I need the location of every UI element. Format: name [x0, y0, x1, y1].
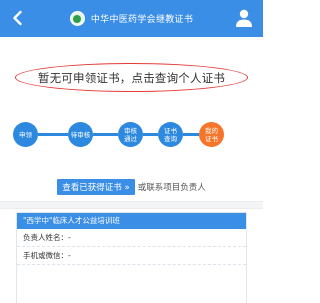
contact-text: 或联系项目负责人	[137, 183, 206, 193]
step-connector	[38, 133, 68, 136]
certificate-link-row: 查看已获得证书 » 或联系项目负责人	[0, 179, 263, 195]
project-card-title: "西学中"临床人才公益培训班	[17, 213, 246, 229]
page-title: 中华中医药学会继教证书	[90, 15, 194, 25]
step-pending-review: 待审核	[68, 122, 93, 147]
no-certificate-notice[interactable]: 暂无可申领证书，点击查询个人证书	[15, 63, 248, 92]
step-connector	[143, 133, 158, 136]
step-connector	[93, 133, 118, 136]
notice-text: 暂无可申领证书，点击查询个人证书	[37, 70, 226, 85]
logo-icon	[69, 11, 85, 26]
step-certificate-query: 证书 查询	[158, 122, 183, 147]
project-card: "西学中"临床人才公益培训班 负责人姓名：- 手机或微信：-	[16, 212, 247, 303]
contact-phone-row: 手机或微信：-	[17, 247, 246, 265]
section-divider	[0, 201, 263, 209]
chevron-left-icon	[13, 10, 22, 26]
view-obtained-certificates-button[interactable]: 查看已获得证书 »	[57, 179, 135, 195]
step-connector	[183, 133, 199, 136]
step-my-certificates: 我的 证书	[199, 122, 224, 147]
step-approved: 审核 通过	[118, 122, 143, 147]
contact-name-row: 负责人姓名：-	[17, 229, 246, 247]
user-icon	[236, 9, 252, 27]
user-profile-button[interactable]	[233, 7, 255, 29]
app-header: 中华中医药学会继教证书	[0, 0, 263, 37]
back-button[interactable]	[6, 6, 30, 30]
step-apply: 申领	[13, 122, 38, 147]
